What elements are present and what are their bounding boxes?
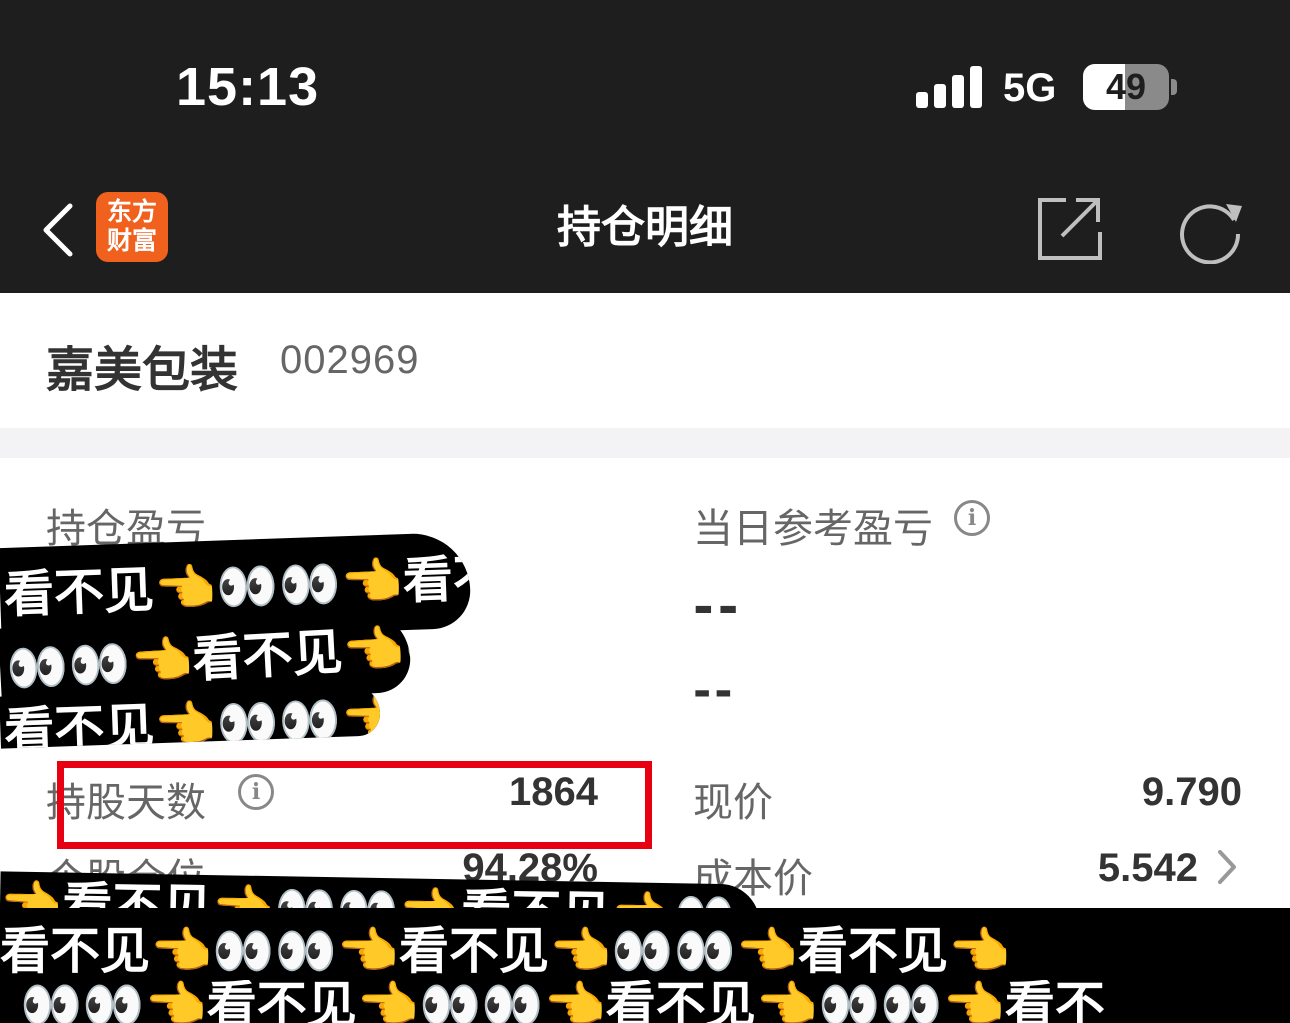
censor-scribble: 👀👀👈看不见👈👀👀👈看不见👈👀👀👈看不 — [0, 980, 1290, 1023]
signal-icon — [916, 66, 986, 108]
status-time: 15:13 — [176, 57, 320, 117]
daily-pnl-label: 当日参考盈亏 — [693, 506, 933, 552]
section-divider — [0, 428, 1290, 458]
censor-text: 看不见👈👀👀👈 — [3, 688, 381, 749]
chevron-left-icon — [43, 203, 73, 257]
censor-text: 看不见👈👀👀👈看不见 — [3, 546, 472, 625]
logo-line-1: 东方 — [106, 197, 157, 226]
app-logo[interactable]: 东方 财富 — [96, 192, 168, 262]
daily-pnl-percent: -- — [693, 666, 736, 717]
stock-name: 嘉美包装 — [46, 342, 239, 398]
status-bar: 15:13 5G 49 — [0, 0, 1290, 180]
network-type: 5G — [1003, 66, 1057, 110]
stock-code: 002969 — [280, 338, 420, 382]
logo-line-2: 财富 — [106, 226, 157, 255]
censor-text: 看不见👈👀👀👈看不见👈👀👀👈看不见👈 — [0, 922, 1011, 980]
battery-icon: 49 — [1083, 64, 1169, 110]
chevron-right-icon[interactable] — [1214, 848, 1240, 886]
nav-bar: 持仓明细 东方 财富 — [0, 180, 1290, 293]
refresh-icon — [1180, 204, 1242, 265]
daily-pnl-value: -- — [693, 578, 743, 636]
back-button[interactable] — [36, 200, 86, 260]
current-price-value: 9.790 — [1141, 770, 1242, 814]
battery-tip — [1171, 79, 1177, 95]
battery-percent: 49 — [1105, 66, 1147, 107]
censor-text: 👀👀👈看不见👈👀👀👈看不见👈👀👀👈看不 — [20, 980, 1105, 1023]
cost-price-value[interactable]: 5.542 — [980, 846, 1198, 891]
info-icon[interactable]: i — [954, 500, 990, 536]
current-price-label: 现价 — [693, 780, 773, 826]
share-icon — [1038, 198, 1102, 260]
share-button[interactable] — [1032, 194, 1108, 264]
highlight-box — [57, 761, 652, 849]
refresh-button[interactable] — [1172, 194, 1248, 265]
